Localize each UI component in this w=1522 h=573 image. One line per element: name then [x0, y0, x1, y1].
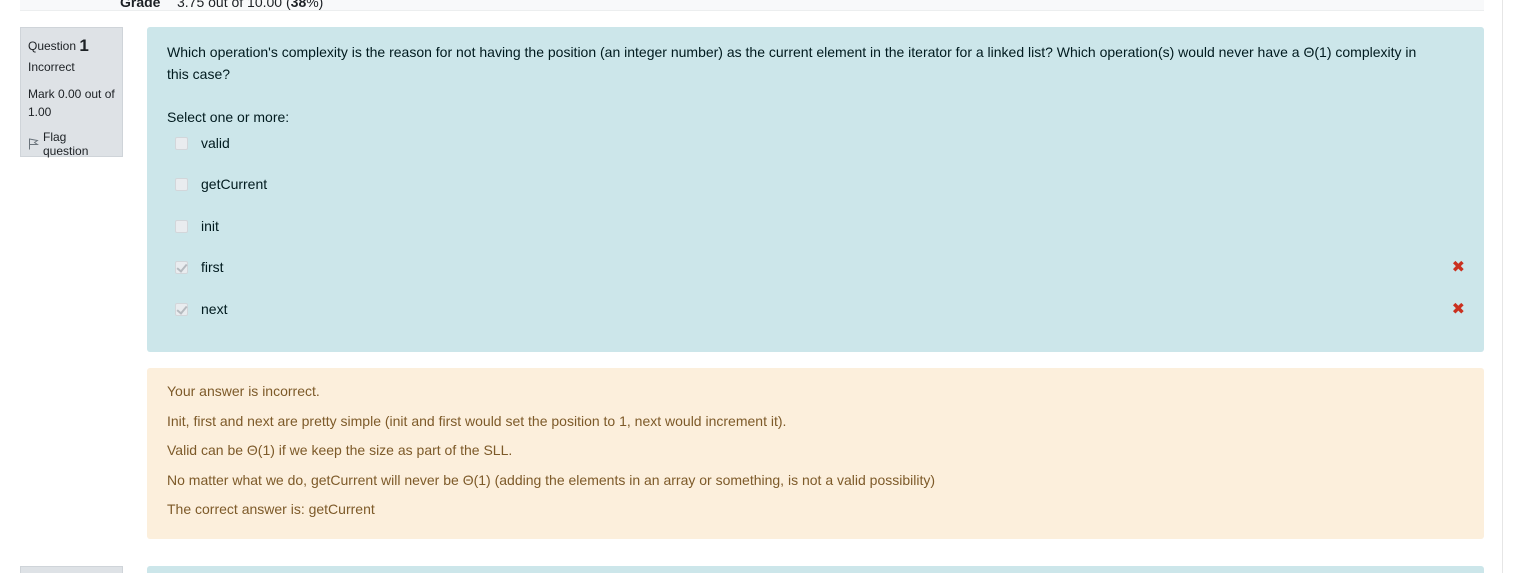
answer-option-valid[interactable]: valid — [175, 131, 1465, 155]
question-feedback: Your answer is incorrect. Init, first an… — [147, 368, 1484, 539]
grade-value: 3.75 out of 10.00 (38%) — [177, 0, 324, 10]
option-checkbox[interactable] — [175, 219, 188, 233]
question-state: Incorrect — [28, 60, 75, 74]
option-label: getCurrent — [201, 176, 268, 192]
next-question-formulation — [147, 566, 1484, 573]
question-mark: Mark 0.00 out of 1.00 — [28, 87, 115, 119]
option-label: first — [201, 259, 224, 275]
answer-option-first[interactable]: first ✖ — [175, 255, 1465, 279]
feedback-line: Your answer is incorrect. — [167, 383, 320, 399]
incorrect-cross-icon: ✖ — [1451, 301, 1465, 318]
next-question-info-panel — [20, 566, 123, 573]
option-checkbox-checked[interactable] — [175, 260, 188, 274]
answer-option-init[interactable]: init — [175, 214, 1465, 238]
right-answer: The correct answer is: getCurrent — [167, 501, 375, 517]
option-label: init — [201, 218, 219, 234]
option-checkbox[interactable] — [175, 136, 188, 150]
flag-question-button[interactable]: Flag question — [28, 130, 115, 158]
question-formulation: Which operation's complexity is the reas… — [147, 27, 1484, 352]
feedback-line: Init, first and next are pretty simple (… — [167, 412, 787, 429]
option-label: next — [201, 301, 228, 317]
option-checkbox[interactable] — [175, 177, 188, 191]
answer-option-next[interactable]: next ✖ — [175, 297, 1465, 321]
option-label: valid — [201, 135, 230, 151]
attempt-summary: Grade 3.75 out of 10.00 (38%) — [20, 0, 1484, 11]
option-checkbox-checked[interactable] — [175, 302, 188, 316]
question-info-panel: Question 1 Incorrect Mark 0.00 out of 1.… — [20, 27, 123, 158]
flag-icon — [29, 138, 39, 150]
flag-question-label: Flag question — [43, 130, 89, 158]
answer-option-getcurrent[interactable]: getCurrent — [175, 172, 1465, 196]
answer-prompt: Select one or more: — [167, 109, 290, 125]
page-edge-divider — [1502, 0, 1503, 573]
feedback-line: No matter what we do, getCurrent will ne… — [167, 471, 936, 488]
question-text: Which operation's complexity is the reas… — [167, 44, 1417, 82]
incorrect-cross-icon: ✖ — [1451, 259, 1465, 276]
feedback-line: Valid can be Θ(1) if we keep the size as… — [167, 442, 513, 458]
grade-label: Grade — [120, 0, 161, 10]
question-number: Question 1 — [28, 36, 89, 55]
